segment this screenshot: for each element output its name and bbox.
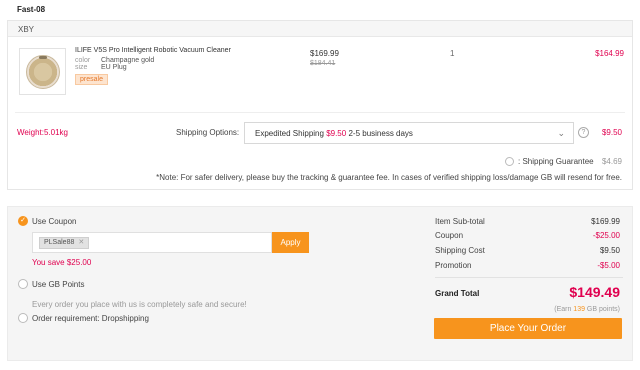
- divider: [15, 112, 625, 113]
- shipping-options-label: Shipping Options:: [176, 128, 240, 137]
- dropshipping-radio[interactable]: [18, 313, 28, 323]
- help-icon[interactable]: ?: [578, 127, 589, 138]
- vacuum-button-detail: [39, 56, 47, 59]
- line-total: $164.99: [595, 49, 624, 58]
- subtotal-label: Item Sub-total: [435, 217, 485, 226]
- quantity: 1: [450, 49, 455, 58]
- summary-divider: [435, 277, 623, 278]
- place-order-button[interactable]: Place Your Order: [434, 318, 622, 339]
- chevron-down-icon: ⌄: [557, 128, 565, 138]
- size-value: EU Plug: [101, 64, 127, 71]
- store-name[interactable]: XBY: [18, 25, 34, 34]
- old-price: $184.41: [310, 60, 336, 67]
- checkout-panel: ✓ Use Coupon PLSale88 ✕ Apply You save $2…: [7, 206, 633, 361]
- coupon-summary-label: Coupon: [435, 231, 464, 240]
- earn-prefix: (Earn: [554, 306, 574, 313]
- security-note: Every order you place with us is complet…: [32, 300, 247, 309]
- shipping-cost-value: $9.50: [599, 246, 620, 255]
- coupon-chip: PLSale88 ✕: [39, 237, 90, 249]
- shipping-method-time: 2-5 business days: [348, 129, 413, 138]
- shipping-method-name: Expedited Shipping: [255, 129, 324, 138]
- page-title: Fast-08: [17, 5, 46, 14]
- coupon-summary-value: -$25.00: [592, 231, 620, 240]
- use-gb-points-label: Use GB Points: [32, 280, 85, 289]
- earn-points-text: (Earn 139 GB points): [554, 306, 620, 313]
- shipping-method-text: Expedited Shipping $9.50 2-5 business da…: [255, 129, 413, 138]
- order-card: XBY ILIFE V5S Pro Intelligent Robotic Va…: [7, 20, 633, 190]
- presale-badge: presale: [75, 74, 108, 85]
- shipping-method-fee: $9.50: [326, 129, 347, 138]
- shipping-guarantee-label: : Shipping Guarantee: [518, 157, 594, 166]
- promotion-label: Promotion: [435, 261, 472, 270]
- close-icon[interactable]: ✕: [78, 239, 84, 246]
- weight-text: Weight:5.01kg: [17, 128, 68, 137]
- shipping-fee: $9.50: [601, 128, 622, 137]
- promotion-value: -$5.00: [597, 261, 620, 270]
- check-icon[interactable]: ✓: [18, 216, 28, 226]
- dropshipping-label: Order requirement: Dropshipping: [32, 314, 149, 323]
- coupon-code: PLSale88: [44, 239, 75, 246]
- subtotal-value: $169.99: [591, 217, 620, 226]
- coupon-input[interactable]: PLSale88 ✕: [32, 232, 272, 253]
- use-coupon-label: Use Coupon: [32, 217, 77, 226]
- earn-suffix: GB points): [584, 306, 620, 313]
- savings-text: You save $25.00: [32, 258, 92, 267]
- earn-points: 139: [573, 306, 585, 313]
- use-gb-points-radio[interactable]: [18, 279, 28, 289]
- apply-button[interactable]: Apply: [272, 232, 309, 253]
- shipping-note: *Note: For safer delivery, please buy th…: [156, 173, 622, 182]
- vacuum-image: [26, 55, 60, 89]
- shipping-guarantee-radio[interactable]: [505, 157, 514, 166]
- shipping-guarantee-fee: $4.69: [601, 157, 622, 166]
- shipping-cost-label: Shipping Cost: [435, 246, 485, 255]
- color-label: color: [75, 57, 91, 64]
- unit-price: $169.99: [310, 49, 339, 58]
- store-bar: XBY: [8, 21, 632, 37]
- shipping-method-select[interactable]: Expedited Shipping $9.50 2-5 business da…: [244, 122, 574, 144]
- product-image[interactable]: [19, 48, 66, 95]
- grand-total-value: $149.49: [569, 284, 620, 300]
- grand-total-label: Grand Total: [435, 289, 480, 298]
- size-label: size: [75, 64, 88, 71]
- product-name[interactable]: ILIFE V5S Pro Intelligent Robotic Vacuum…: [75, 47, 231, 54]
